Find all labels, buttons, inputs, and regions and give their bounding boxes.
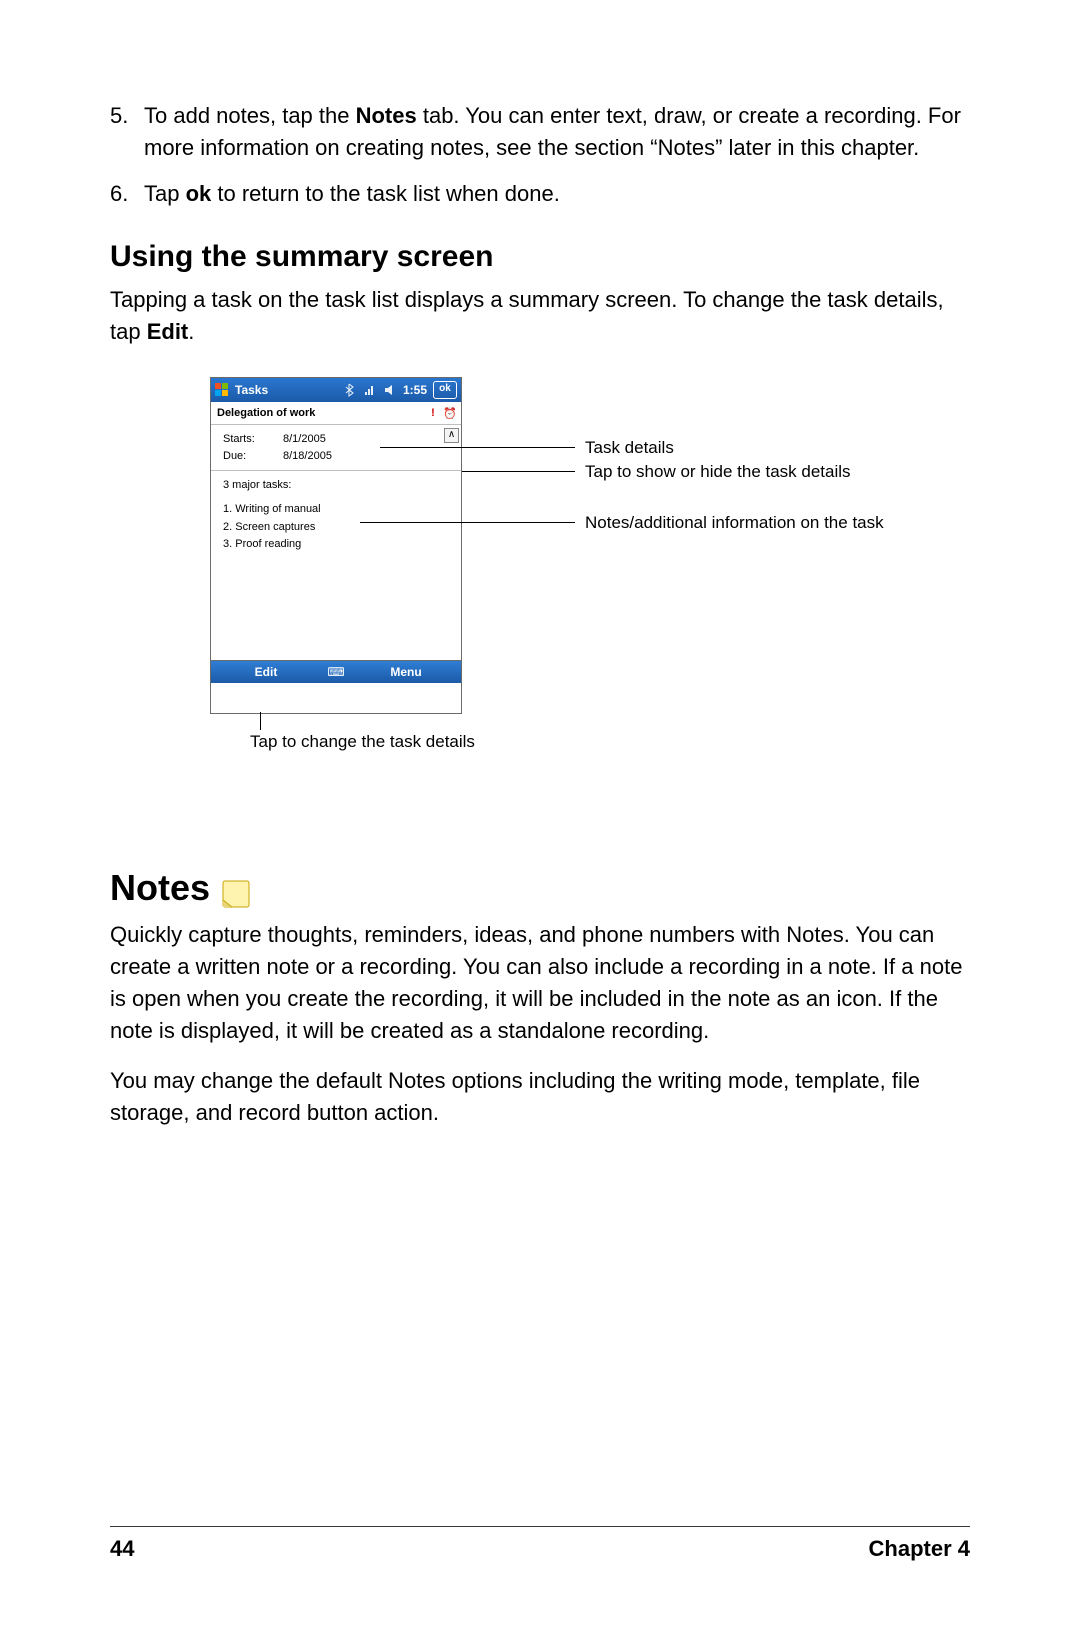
- phone-softkey-bar: Edit ⌨ Menu: [211, 661, 461, 683]
- keyboard-icon[interactable]: ⌨: [321, 665, 351, 679]
- page: 5. To add notes, tap the Notes tab. You …: [0, 0, 1080, 1627]
- step-text: To add notes, tap the Notes tab. You can…: [144, 100, 970, 164]
- phone-titlebar: Tasks 1:55 ok: [211, 378, 461, 402]
- bold-text: Edit: [147, 319, 189, 344]
- notes-line: 1. Writing of manual: [223, 501, 453, 519]
- page-number: 44: [110, 1536, 134, 1562]
- step-text: Tap ok to return to the task list when d…: [144, 178, 970, 210]
- callout-show-hide: Tap to show or hide the task details: [585, 462, 851, 482]
- heading-notes: Notes: [110, 867, 970, 909]
- text: Tap: [144, 181, 186, 206]
- callout-line: [462, 471, 575, 472]
- notes-line: 3. Proof reading: [223, 536, 453, 554]
- summary-intro: Tapping a task on the task list displays…: [110, 284, 970, 348]
- phone-screenshot: Tasks 1:55 ok Delegation of work ! ⏰: [210, 377, 462, 714]
- footer-rule: [110, 1526, 970, 1527]
- callout-line: [380, 447, 575, 448]
- callout-task-details: Task details: [585, 438, 674, 458]
- task-subject: Delegation of work: [217, 407, 315, 419]
- notes-app-icon: [220, 877, 252, 909]
- text: to return to the task list when done.: [211, 181, 560, 206]
- notes-paragraph-1: Quickly capture thoughts, reminders, ide…: [110, 919, 970, 1047]
- speaker-icon: [383, 383, 397, 397]
- reminder-clock-icon: ⏰: [443, 407, 455, 420]
- page-footer: 44 Chapter 4: [110, 1536, 970, 1562]
- bold-text: ok: [186, 181, 212, 206]
- task-subject-bar: Delegation of work ! ⏰: [211, 402, 461, 425]
- text: Tapping a task on the task list displays…: [110, 287, 944, 344]
- notes-line: 2. Screen captures: [223, 519, 453, 537]
- edit-button[interactable]: Edit: [211, 665, 321, 679]
- caption-edit: Tap to change the task details: [250, 732, 475, 752]
- due-label: Due:: [223, 448, 283, 465]
- step-number: 6.: [110, 178, 144, 210]
- callout-notes-info: Notes/additional information on the task: [585, 513, 884, 533]
- task-dates-panel: Starts: 8/1/2005 Due: 8/18/2005: [211, 425, 461, 471]
- notes-paragraph-2: You may change the default Notes options…: [110, 1065, 970, 1129]
- text: .: [188, 319, 194, 344]
- bluetooth-icon: [343, 383, 357, 397]
- clock-time: 1:55: [403, 383, 427, 397]
- notes-heading-text: Notes: [110, 867, 210, 909]
- priority-icons: ! ⏰: [427, 407, 455, 420]
- starts-label: Starts:: [223, 431, 283, 448]
- step-6: 6. Tap ok to return to the task list whe…: [110, 178, 970, 210]
- heading-summary-screen: Using the summary screen: [110, 240, 970, 274]
- ok-button[interactable]: ok: [433, 381, 457, 399]
- step-number: 5.: [110, 100, 144, 164]
- menu-button[interactable]: Menu: [351, 665, 461, 679]
- step-list: 5. To add notes, tap the Notes tab. You …: [110, 100, 970, 210]
- details-toggle-button[interactable]: ∧: [444, 428, 459, 443]
- signal-icon: [363, 383, 377, 397]
- notes-heading: 3 major tasks:: [223, 477, 453, 495]
- bold-text: Notes: [356, 103, 417, 128]
- callout-line: [360, 522, 575, 523]
- callout-line: [260, 712, 261, 730]
- priority-bang-icon: !: [427, 407, 439, 420]
- chapter-label: Chapter 4: [869, 1536, 970, 1562]
- windows-flag-icon: [215, 383, 229, 397]
- starts-value: 8/1/2005: [283, 431, 326, 448]
- phone-figure: Tasks 1:55 ok Delegation of work ! ⏰: [210, 377, 970, 797]
- app-title: Tasks: [235, 383, 268, 397]
- text: To add notes, tap the: [144, 103, 356, 128]
- due-value: 8/18/2005: [283, 448, 332, 465]
- task-notes-panel: 3 major tasks: 1. Writing of manual 2. S…: [211, 471, 461, 661]
- step-5: 5. To add notes, tap the Notes tab. You …: [110, 100, 970, 164]
